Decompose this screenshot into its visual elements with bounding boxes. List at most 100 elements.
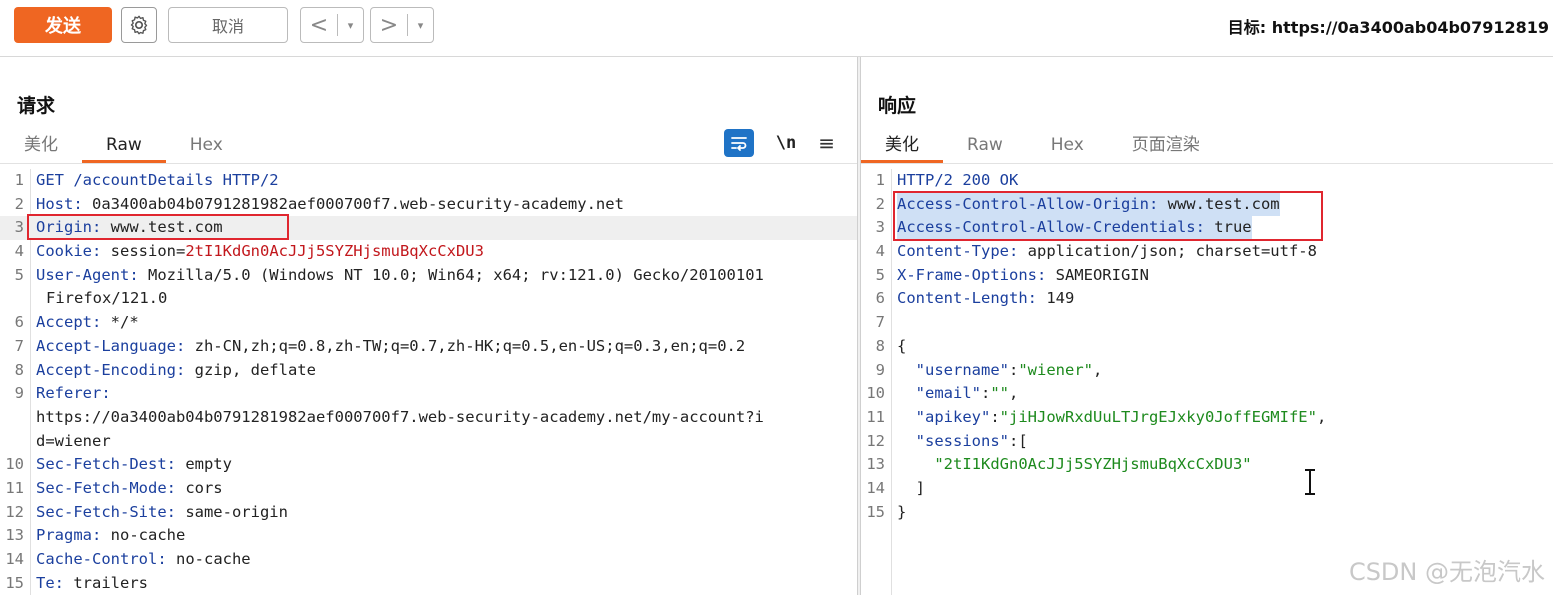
line-number: 15 bbox=[866, 502, 885, 521]
settings-button[interactable] bbox=[121, 7, 157, 43]
chevron-down-icon[interactable]: ▾ bbox=[408, 19, 433, 32]
request-tab-1[interactable]: Raw bbox=[82, 129, 166, 163]
code-line: 13 Pragma: no-cache bbox=[0, 524, 857, 548]
line-number: 13 bbox=[866, 455, 885, 474]
header-value: https://0a3400ab04b0791281982aef000700f7… bbox=[36, 407, 764, 426]
code-line: 9 "username":"wiener", bbox=[861, 359, 1553, 383]
word-wrap-icon[interactable] bbox=[723, 129, 754, 157]
line-number: 15 bbox=[5, 573, 24, 592]
line-number: 7 bbox=[14, 336, 24, 355]
code-line: 12 "sessions":[ bbox=[861, 430, 1553, 454]
code-line: 15 Te: trailers bbox=[0, 572, 857, 595]
header-value: trailers bbox=[64, 573, 148, 592]
response-tab-1[interactable]: Raw bbox=[943, 129, 1027, 163]
line-number: 2 bbox=[14, 194, 24, 213]
response-tabs: 美化 Raw Hex 页面渲染 bbox=[861, 129, 1224, 163]
header-key: Sec-Fetch-Mode: bbox=[36, 478, 176, 497]
line-number: 10 bbox=[5, 455, 24, 474]
line-number: 6 bbox=[14, 313, 24, 332]
header-key: Host: bbox=[36, 194, 83, 213]
line-number: 10 bbox=[866, 384, 885, 403]
line-number: 4 bbox=[875, 242, 885, 261]
code-line: 4 Content-Type: application/json; charset… bbox=[861, 240, 1553, 264]
header-value: d=wiener bbox=[36, 431, 111, 450]
response-tab-2[interactable]: Hex bbox=[1027, 129, 1108, 163]
line-number: 8 bbox=[875, 336, 885, 355]
line-number: 7 bbox=[875, 313, 885, 332]
json-string: "wiener" bbox=[1018, 360, 1093, 379]
header-key: Referer: bbox=[36, 384, 111, 403]
header-key: "sessions" bbox=[897, 431, 1009, 450]
code-line: 11 Sec-Fetch-Mode: cors bbox=[0, 477, 857, 501]
line-number: 3 bbox=[875, 218, 885, 237]
code-line: 7 bbox=[861, 311, 1553, 335]
chevron-down-icon[interactable]: ▾ bbox=[338, 19, 363, 32]
code-line: 5 User-Agent: Mozilla/5.0 (Windows NT 10.… bbox=[0, 264, 857, 288]
back-nav-button[interactable]: < ▾ bbox=[300, 7, 364, 43]
request-tab-0[interactable]: 美化 bbox=[0, 129, 82, 163]
response-title: 响应 bbox=[878, 95, 917, 117]
code-line: 1 HTTP/2 200 OK bbox=[861, 169, 1553, 193]
code-line: 12 Sec-Fetch-Site: same-origin bbox=[0, 501, 857, 525]
header-key: "username" bbox=[897, 360, 1009, 379]
header-value: : bbox=[990, 407, 1000, 426]
header-key: Pragma: bbox=[36, 526, 102, 545]
header-key: Content-Length: bbox=[897, 289, 1037, 308]
code-line: 8{ bbox=[861, 335, 1553, 359]
newline-toggle-icon[interactable]: \n bbox=[776, 133, 796, 153]
header-key: Cookie: bbox=[36, 242, 102, 261]
send-button[interactable]: 发送 bbox=[14, 7, 112, 43]
code-line: 15} bbox=[861, 501, 1553, 525]
line-number: 11 bbox=[866, 407, 885, 426]
header-value: } bbox=[897, 502, 907, 521]
code-line: 14 ] bbox=[861, 477, 1553, 501]
toolbar: 发送 取消 < ▾ > ▾ 目标: https://0a3400ab04b079… bbox=[0, 0, 1553, 57]
code-line: 2 Host: 0a3400ab04b0791281982aef000700f7.… bbox=[0, 193, 857, 217]
header-value: : bbox=[1008, 360, 1019, 379]
header-key: "apikey" bbox=[897, 407, 991, 426]
header-key: Content-Type: bbox=[897, 242, 1019, 261]
header-value: same-origin bbox=[175, 502, 288, 521]
menu-icon[interactable]: ≡ bbox=[818, 131, 835, 155]
response-pane: 响应 美化 Raw Hex 页面渲染 1 HTTP/2 200 OK 2 Access-Co… bbox=[861, 57, 1553, 595]
header-value: 0a3400ab04b0791281982aef000700f7.web-sec… bbox=[82, 194, 624, 213]
code-line: 6 Accept: */* bbox=[0, 311, 857, 335]
header-key: Accept-Language: bbox=[36, 336, 186, 355]
code-line: 10 Sec-Fetch-Dest: empty bbox=[0, 453, 857, 477]
line-number: 11 bbox=[5, 478, 24, 497]
chevron-left-icon[interactable]: < bbox=[301, 13, 337, 38]
response-tab-0[interactable]: 美化 bbox=[861, 129, 943, 163]
code-line: 4 Cookie: session=2tI1KdGn0AcJJj5SYZHjsmu… bbox=[0, 240, 857, 264]
header-value: session= bbox=[101, 242, 186, 261]
header-value: */* bbox=[101, 313, 139, 332]
cancel-button[interactable]: 取消 bbox=[168, 7, 288, 43]
line-number: 14 bbox=[5, 550, 24, 568]
header-key: Cache-Control: bbox=[36, 550, 167, 568]
header-key: Te: bbox=[36, 573, 64, 592]
forward-nav-button[interactable]: > ▾ bbox=[370, 7, 434, 43]
chevron-right-icon[interactable]: > bbox=[371, 13, 407, 38]
line-number: 1 bbox=[875, 171, 885, 189]
header-value: empty bbox=[175, 455, 232, 474]
response-tab-3[interactable]: 页面渲染 bbox=[1108, 129, 1224, 163]
header-key: X-Frame-Options: bbox=[897, 265, 1047, 284]
line-number: 5 bbox=[875, 265, 885, 284]
header-key: User-Agent: bbox=[36, 265, 139, 284]
header-key: Sec-Fetch-Site: bbox=[36, 502, 176, 521]
line-number: 8 bbox=[14, 360, 24, 379]
code-line: 7 Accept-Language: zh-CN,zh;q=0.8,zh-TW;q… bbox=[0, 335, 857, 359]
header-value: no-cache bbox=[166, 550, 251, 568]
code-line: 10 "email":"", bbox=[861, 382, 1553, 406]
header-value: 149 bbox=[1036, 289, 1075, 308]
header-value: { bbox=[897, 336, 907, 355]
text-cursor-icon bbox=[1305, 469, 1315, 495]
header-key: HTTP/2 200 OK bbox=[897, 171, 1019, 189]
code-line: 1 GET /accountDetails HTTP/2 bbox=[0, 169, 857, 193]
line-number: 4 bbox=[14, 242, 24, 261]
origin-highlight-box bbox=[27, 214, 289, 240]
request-tools: \n ≡ bbox=[723, 129, 835, 157]
header-value: Mozilla/5.0 (Windows NT 10.0; Win64; x64… bbox=[138, 265, 764, 284]
gear-icon bbox=[130, 15, 148, 35]
header-value bbox=[897, 455, 934, 473]
request-tab-2[interactable]: Hex bbox=[166, 129, 247, 163]
